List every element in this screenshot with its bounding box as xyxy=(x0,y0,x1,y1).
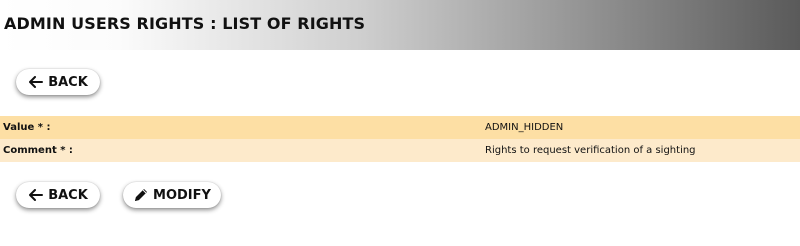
page-title: ADMIN USERS RIGHTS : LIST OF RIGHTS xyxy=(4,14,366,33)
back-button-top[interactable]: BACK xyxy=(16,69,100,95)
back-button-bottom[interactable]: BACK xyxy=(16,182,100,208)
pencil-icon xyxy=(133,187,149,203)
page-header: ADMIN USERS RIGHTS : LIST OF RIGHTS xyxy=(0,0,800,50)
rights-detail-table: Value * : ADMIN_HIDDEN Comment * : Right… xyxy=(0,116,800,162)
arrow-left-icon xyxy=(28,187,44,203)
arrow-left-icon xyxy=(28,74,44,90)
value-text: ADMIN_HIDDEN xyxy=(485,122,564,133)
modify-button[interactable]: MODIFY xyxy=(123,182,221,208)
page: ADMIN USERS RIGHTS : LIST OF RIGHTS BACK… xyxy=(0,0,800,246)
modify-button-label: MODIFY xyxy=(153,187,211,203)
detail-row-value: Value * : ADMIN_HIDDEN xyxy=(0,116,800,139)
comment-text: Rights to request verification of a sigh… xyxy=(485,145,696,156)
detail-row-comment: Comment * : Rights to request verificati… xyxy=(0,139,800,162)
value-label: Value * : xyxy=(3,122,51,133)
back-button-label: BACK xyxy=(48,187,88,203)
back-button-label: BACK xyxy=(48,74,88,90)
comment-label: Comment * : xyxy=(3,145,73,156)
